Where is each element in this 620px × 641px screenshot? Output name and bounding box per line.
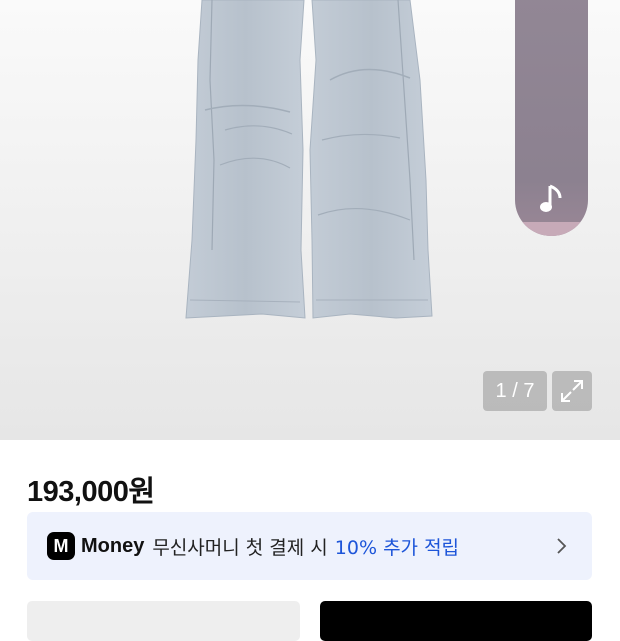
money-brand-text: Money — [81, 534, 145, 557]
primary-action-button[interactable] — [320, 601, 592, 641]
music-player-pill[interactable] — [515, 0, 588, 236]
chevron-right-icon — [557, 538, 567, 554]
money-promo-banner[interactable]: M Money 무신사머니 첫 결제 시 10% 추가 적립 — [27, 512, 592, 580]
secondary-action-button[interactable] — [27, 601, 300, 641]
promo-text: 무신사머니 첫 결제 시 — [152, 536, 328, 559]
music-note-icon — [540, 184, 562, 212]
product-price: 193,000원 — [27, 476, 155, 508]
promo-highlight: 10% 추가 적립 — [334, 536, 460, 559]
product-gallery[interactable]: 1 / 7 — [0, 0, 620, 440]
fullscreen-button[interactable] — [552, 371, 592, 411]
pill-accent-strip — [515, 222, 588, 236]
image-page-counter: 1 / 7 — [483, 371, 547, 411]
expand-icon — [561, 380, 583, 402]
money-logo: M — [47, 532, 75, 560]
